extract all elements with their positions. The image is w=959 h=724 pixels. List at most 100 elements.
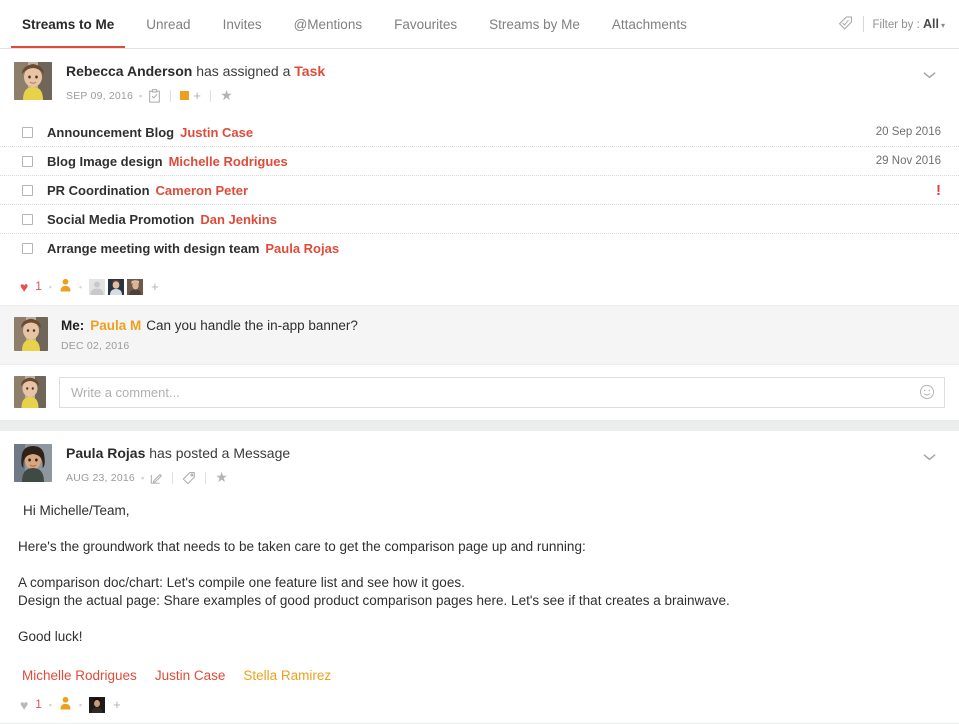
message-line: Design the actual page: Share examples o… [18, 592, 941, 610]
post-kind: Message [233, 445, 290, 461]
stream-feed[interactable]: Rebecca Anderson has assigned a Task SEP… [0, 49, 959, 724]
star-icon[interactable]: ★ [220, 87, 233, 104]
comment-date: DEC 02, 2016 [61, 340, 358, 352]
filter-by-dropdown[interactable]: Filter by : All▾ [873, 17, 945, 31]
tag-icon[interactable] [837, 14, 854, 34]
reaction-bar: ♥ 1 ▪ ▪ + [0, 269, 959, 305]
meta-dot: ▪ [139, 91, 142, 101]
task-checkbox[interactable] [22, 127, 33, 138]
meta-dot: ▪ [141, 473, 144, 483]
post-title: Rebecca Anderson has assigned a Task [66, 63, 325, 80]
task-owner[interactable]: Dan Jenkins [200, 212, 277, 227]
tab-favourites[interactable]: Favourites [378, 0, 473, 48]
add-reaction-button[interactable]: + [113, 697, 121, 712]
tab-streams-by-me[interactable]: Streams by Me [473, 0, 596, 48]
task-row[interactable]: Arrange meeting with design team Paula R… [0, 234, 959, 263]
task-checkbox[interactable] [22, 214, 33, 225]
post-date: AUG 23, 2016 [66, 472, 135, 484]
avatar[interactable] [127, 279, 143, 295]
task-owner[interactable]: Justin Case [180, 125, 253, 140]
task-row[interactable]: Blog Image design Michelle Rodrigues 29 … [0, 147, 959, 176]
comment-composer [0, 364, 959, 420]
chevron-down-icon[interactable] [922, 449, 937, 467]
person-icon[interactable] [59, 278, 72, 295]
tab-list: Streams to Me Unread Invites @Mentions F… [6, 0, 703, 48]
filter-zone: Filter by : All▾ [837, 0, 959, 48]
divider [172, 472, 173, 484]
message-body: Hi Michelle/Team, Here's the groundwork … [0, 494, 959, 666]
plus-icon[interactable]: + [193, 88, 201, 103]
task-title: PR Coordination [47, 183, 150, 198]
reaction-dot: ▪ [79, 700, 82, 710]
like-count: 1 [35, 699, 41, 711]
post-meta: AUG 23, 2016 ▪ [66, 469, 290, 486]
avatar[interactable] [89, 697, 105, 713]
add-reaction-button[interactable]: + [151, 279, 159, 294]
task-row[interactable]: PR Coordination Cameron Peter ! [0, 176, 959, 205]
post-author[interactable]: Paula Rojas [66, 445, 145, 461]
task-owner[interactable]: Paula Rojas [265, 241, 339, 256]
tab-mentions[interactable]: @Mentions [278, 0, 378, 48]
tab-label: Favourites [394, 17, 457, 32]
tag-icon[interactable] [182, 471, 196, 485]
comment-text-line: Me:Paula MCan you handle the in-app bann… [61, 318, 358, 333]
task-checkbox[interactable] [22, 243, 33, 254]
post-separator [0, 420, 959, 431]
post-message: Paula Rojas has posted a Message AUG 23,… [0, 431, 959, 723]
mention-link[interactable]: Michelle Rodrigues [22, 668, 137, 683]
tab-invites[interactable]: Invites [207, 0, 278, 48]
task-due-date: 29 Nov 2016 [876, 155, 941, 167]
message-mentions: Michelle Rodrigues Justin Case Stella Ra… [0, 666, 959, 687]
comment-mention[interactable]: Paula M [90, 318, 141, 333]
edit-icon[interactable] [150, 471, 163, 485]
tab-unread[interactable]: Unread [130, 0, 206, 48]
task-title: Arrange meeting with design team [47, 241, 259, 256]
task-list: Announcement Blog Justin Case 20 Sep 201… [0, 112, 959, 269]
avatar [14, 62, 52, 100]
comment-text: Can you handle the in-app banner? [146, 318, 358, 333]
divider [863, 16, 864, 32]
task-owner[interactable]: Michelle Rodrigues [169, 154, 288, 169]
avatar[interactable] [108, 279, 124, 295]
filter-prefix: Filter by : [873, 19, 923, 31]
mention-link[interactable]: Justin Case [155, 668, 226, 683]
reaction-bar: ♥ 1 ▪ ▪ + [0, 687, 959, 723]
reaction-dot: ▪ [49, 700, 52, 710]
post-header: Rebecca Anderson has assigned a Task SEP… [0, 49, 959, 112]
tab-label: Streams to Me [22, 17, 114, 32]
heart-icon[interactable]: ♥ [20, 698, 28, 712]
post-author[interactable]: Rebecca Anderson [66, 63, 192, 79]
clipboard-check-icon[interactable] [148, 89, 161, 103]
tab-label: @Mentions [294, 17, 362, 32]
post-title: Paula Rojas has posted a Message [66, 445, 290, 462]
tab-attachments[interactable]: Attachments [596, 0, 703, 48]
smiley-icon[interactable] [919, 384, 935, 400]
post-meta: SEP 09, 2016 ▪ + ★ [66, 87, 325, 104]
comment-input[interactable] [60, 378, 944, 407]
chevron-down-icon: ▾ [941, 21, 945, 30]
avatar [14, 444, 52, 482]
task-checkbox[interactable] [22, 156, 33, 167]
message-closing: Good luck! [18, 628, 941, 646]
task-row[interactable]: Social Media Promotion Dan Jenkins [0, 205, 959, 234]
tab-streams-to-me[interactable]: Streams to Me [6, 0, 130, 48]
heart-icon[interactable]: ♥ [20, 280, 28, 294]
avatar [14, 376, 46, 408]
reaction-dot: ▪ [79, 282, 82, 292]
chevron-down-icon[interactable] [922, 67, 937, 85]
post-action: has posted a [145, 445, 233, 461]
task-row[interactable]: Announcement Blog Justin Case 20 Sep 201… [0, 118, 959, 147]
task-checkbox[interactable] [22, 185, 33, 196]
message-greeting: Hi Michelle/Team, [18, 502, 941, 520]
star-icon[interactable]: ★ [215, 469, 228, 486]
orange-square-icon[interactable] [180, 91, 189, 100]
post-kind[interactable]: Task [294, 63, 325, 79]
task-owner[interactable]: Cameron Peter [156, 183, 248, 198]
mention-link[interactable]: Stella Ramirez [243, 668, 331, 683]
task-title: Social Media Promotion [47, 212, 194, 227]
task-urgent-indicator: ! [936, 182, 941, 199]
person-icon[interactable] [59, 696, 72, 713]
post-date: SEP 09, 2016 [66, 90, 133, 102]
avatar[interactable] [89, 279, 105, 295]
message-line: A comparison doc/chart: Let's compile on… [18, 574, 941, 592]
